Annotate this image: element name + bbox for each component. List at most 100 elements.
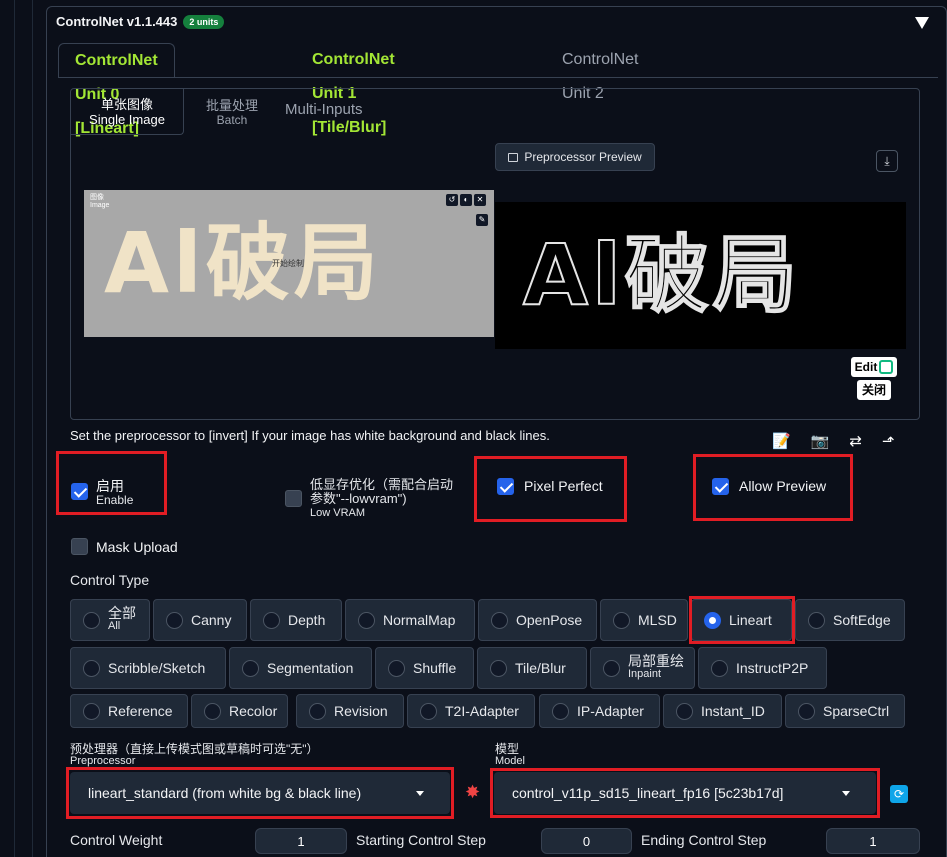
close-preview-button[interactable]: 关闭 <box>857 380 891 400</box>
ending-step-label: Ending Control Step <box>641 832 767 848</box>
radio-dot <box>358 611 375 629</box>
control-type-depth-label: Depth <box>288 612 326 628</box>
control-type-revision-label: Revision <box>334 703 388 719</box>
image-tools: ↺ ◐ ✕ <box>446 194 486 206</box>
radio-dot <box>242 659 259 677</box>
starting-step-input[interactable]: 0 <box>541 828 632 854</box>
control-type-inpaint-en: Inpaint <box>628 668 662 680</box>
control-type-instant-id[interactable]: Instant_ID <box>663 694 782 728</box>
model-label-cn: 模型 <box>495 742 520 756</box>
highlight-preprocessor <box>66 767 454 819</box>
mask-upload-label: Mask Upload <box>96 539 178 555</box>
radio-dot <box>263 611 280 629</box>
control-type-reference[interactable]: Reference <box>70 694 188 728</box>
tab-batch[interactable]: 批量处理 Batch <box>195 98 269 128</box>
control-type-t2i-adapter[interactable]: T2I-Adapter <box>407 694 535 728</box>
radio-dot <box>491 611 508 629</box>
units-badge: 2 units <box>183 14 225 29</box>
preprocessor-label-cn: 预处理器（直接上传模式图或草稿时可选"无"） <box>70 742 319 756</box>
control-type-recolor[interactable]: Recolor <box>191 694 288 728</box>
input-image-canvas[interactable]: Al破局 开始绘制 图像 Image ↺ ◐ ✕ ✎ <box>84 190 494 337</box>
radio-dot <box>676 702 693 720</box>
memo-icon[interactable]: 📝 <box>772 432 791 450</box>
control-type-tile-blur[interactable]: Tile/Blur <box>477 647 587 689</box>
control-type-inpaint[interactable]: 局部重绘 Inpaint <box>590 647 695 689</box>
control-type-depth[interactable]: Depth <box>250 599 342 641</box>
control-type-label: Control Type <box>70 572 150 588</box>
tab-single-image[interactable]: 单张图像 Single Image <box>71 89 184 135</box>
radio-dot <box>711 659 728 677</box>
brush-icon[interactable]: ✎ <box>476 214 488 226</box>
tab-divider <box>58 77 938 78</box>
image-icon <box>508 152 519 162</box>
highlight-model <box>490 768 880 818</box>
radio-dot <box>388 659 405 677</box>
eraser-icon[interactable]: ◐ <box>460 194 472 206</box>
undo-icon[interactable]: ↺ <box>446 194 458 206</box>
arrow-up-icon[interactable]: ⬏ <box>882 432 895 450</box>
radio-dot <box>613 611 630 629</box>
control-type-canny[interactable]: Canny <box>153 599 247 641</box>
image-panel: 单张图像 Single Image 批量处理 Batch Multi-Input… <box>70 88 920 420</box>
control-type-tile-blur-label: Tile/Blur <box>515 660 566 676</box>
tab-single-image-cn: 单张图像 <box>100 97 153 112</box>
control-weight-label: Control Weight <box>70 832 163 848</box>
outer-border-inner <box>32 0 33 857</box>
image-toolbar: 📝 📷 ⇄ ⬏ <box>772 432 895 450</box>
control-type-instructp2p[interactable]: InstructP2P <box>698 647 827 689</box>
low-vram-label-en: Low VRAM <box>310 507 366 519</box>
radio-dot <box>83 611 100 629</box>
tab-unit-0[interactable]: ControlNet Unit 0 [Lineart] <box>58 43 175 137</box>
control-type-segmentation[interactable]: Segmentation <box>229 647 372 689</box>
control-type-all[interactable]: 全部 All <box>70 599 150 641</box>
radio-dot <box>309 702 326 720</box>
control-type-ip-adapter[interactable]: IP-Adapter <box>539 694 660 728</box>
radio-dot <box>83 702 100 720</box>
control-type-normalmap-label: NormalMap <box>383 612 456 628</box>
model-label: 模型 Model <box>495 743 525 767</box>
low-vram-checkbox[interactable] <box>285 490 302 507</box>
tab-multi-inputs[interactable]: Multi-Inputs <box>285 102 363 117</box>
mask-upload-checkbox[interactable] <box>71 538 88 555</box>
download-icon[interactable]: ⤓ <box>876 150 898 172</box>
collapse-triangle-icon[interactable] <box>915 17 929 29</box>
control-type-openpose-label: OpenPose <box>516 612 583 628</box>
tab-unit-2[interactable]: ControlNet Unit 2 <box>546 43 654 102</box>
edit-button[interactable]: Edit <box>851 357 897 377</box>
panel-header[interactable]: ControlNet v1.1.443 2 units <box>56 14 225 29</box>
highlight-enable <box>56 451 167 515</box>
tab-batch-cn: 批量处理 <box>205 98 258 113</box>
radio-dot <box>490 659 507 677</box>
control-type-shuffle[interactable]: Shuffle <box>375 647 474 689</box>
radio-dot <box>83 659 100 677</box>
control-type-softedge-label: SoftEdge <box>833 612 891 628</box>
outer-border-left <box>14 0 15 857</box>
control-type-openpose[interactable]: OpenPose <box>478 599 597 641</box>
refresh-icon[interactable]: ⟳ <box>890 785 908 803</box>
control-weight-input[interactable]: 1 <box>255 828 347 854</box>
control-type-softedge[interactable]: SoftEdge <box>795 599 905 641</box>
invert-hint: Set the preprocessor to [invert] If your… <box>70 428 550 443</box>
tab-unit-1[interactable]: ControlNet Unit 1 [Tile/Blur] <box>296 43 411 136</box>
photopea-icon <box>879 360 894 374</box>
swap-icon[interactable]: ⇄ <box>849 432 862 450</box>
control-type-revision[interactable]: Revision <box>296 694 404 728</box>
preview-image-art: Al破局 <box>522 225 801 325</box>
control-type-mlsd[interactable]: MLSD <box>600 599 688 641</box>
preprocessor-preview-button[interactable]: Preprocessor Preview <box>495 143 655 171</box>
camera-icon[interactable]: 📷 <box>811 432 830 450</box>
panel-title: ControlNet v1.1.443 <box>56 14 178 29</box>
control-type-sparsectrl[interactable]: SparseCtrl <box>785 694 905 728</box>
control-type-instructp2p-label: InstructP2P <box>736 660 809 676</box>
radio-dot <box>166 611 183 629</box>
control-type-normalmap[interactable]: NormalMap <box>345 599 475 641</box>
input-image-label-en: Image <box>90 202 110 209</box>
control-type-scribble[interactable]: Scribble/Sketch <box>70 647 226 689</box>
control-type-mlsd-label: MLSD <box>638 612 677 628</box>
control-type-sparsectrl-label: SparseCtrl <box>823 703 890 719</box>
radio-dot <box>204 702 221 720</box>
ending-step-input[interactable]: 1 <box>826 828 920 854</box>
close-icon[interactable]: ✕ <box>474 194 486 206</box>
control-type-t2i-adapter-label: T2I-Adapter <box>445 703 519 719</box>
run-preprocessor-icon[interactable]: ✸ <box>465 782 480 803</box>
